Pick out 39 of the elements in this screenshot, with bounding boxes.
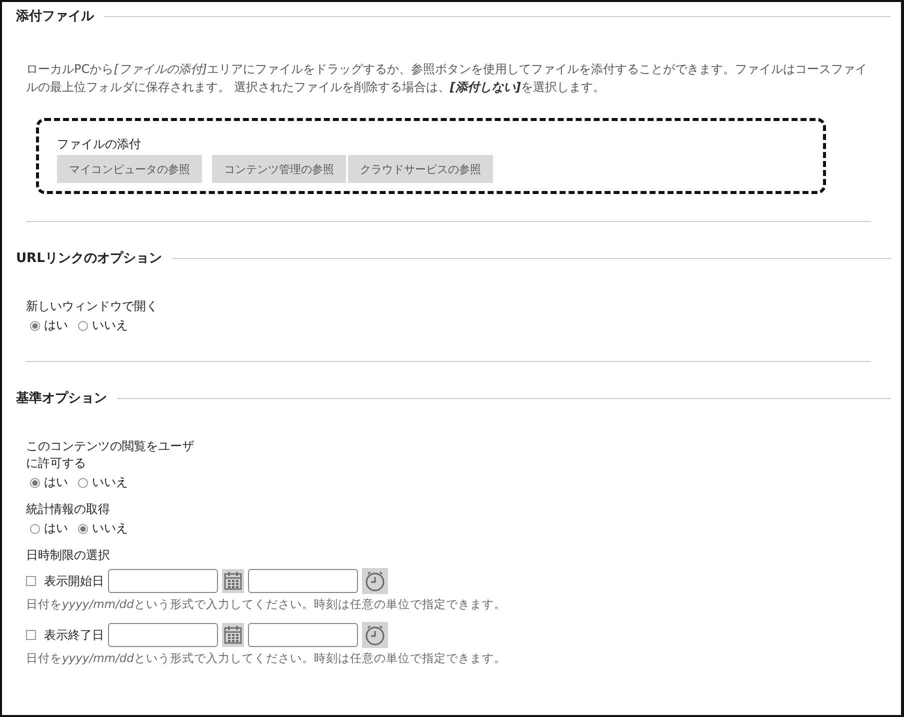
field-label: 統計情報の取得 (26, 501, 111, 518)
section-title: 基準オプション (16, 390, 107, 407)
browse-button[interactable]: コンテンツ管理の参照 (212, 155, 346, 183)
calendar-icon[interactable] (222, 623, 244, 647)
clock-icon[interactable] (362, 568, 388, 594)
hint-text: 日付をyyyy/mm/ddという形式で入力してください。時刻は任意の単位で指定できます。 (26, 651, 507, 666)
time-field[interactable] (248, 569, 358, 593)
radio-label[interactable]: はい (44, 520, 68, 537)
description-text: ローカルPCから[ファイルの添付]エリアにファイルをドラッグするか、参照ボタンを使用してファイルを添付することができます。ファイルはコースファイルの最上位フォルダに保存されます。 選択されたファイルを削除する場合は、[添付しない]を選択します。 (26, 61, 868, 96)
section-title: 添付ファイル (16, 8, 94, 25)
date-field[interactable] (108, 569, 218, 593)
radio-button[interactable] (30, 320, 40, 330)
browse-button[interactable]: クラウドサービスの参照 (348, 155, 493, 183)
field-label: 日時制限の選択 (26, 547, 111, 564)
field-label: 新しいウィンドウで開く (26, 298, 159, 315)
drop-zone[interactable]: ファイルの添付 マイコンピュータの参照 コンテンツ管理の参照 クラウドサービスの参照 (36, 118, 826, 194)
clock-icon[interactable] (362, 622, 388, 648)
checkbox-label[interactable]: 表示終了日 (44, 626, 104, 644)
section-title: URLリンクのオプション (16, 250, 162, 267)
radio-button[interactable] (78, 320, 88, 330)
browse-button[interactable]: マイコンピュータの参照 (57, 155, 202, 183)
hint-text: 日付をyyyy/mm/ddという形式で入力してください。時刻は任意の単位で指定できます。 (26, 597, 507, 612)
radio-label[interactable]: いいえ (92, 474, 128, 491)
date-field[interactable] (108, 623, 218, 647)
time-field[interactable] (248, 623, 358, 647)
radio-label[interactable]: いいえ (92, 520, 128, 537)
checkbox[interactable] (26, 576, 36, 586)
radio-button[interactable] (78, 524, 88, 534)
checkbox[interactable] (26, 630, 36, 640)
radio-label[interactable]: いいえ (92, 317, 128, 334)
radio-button[interactable] (78, 478, 88, 488)
field-label: このコンテンツの閲覧をユーザに許可する (26, 438, 195, 472)
drop-zone-label: ファイルの添付 (57, 136, 142, 153)
calendar-icon[interactable] (222, 569, 244, 593)
radio-label[interactable]: はい (44, 474, 68, 491)
radio-button[interactable] (30, 478, 40, 488)
checkbox-label[interactable]: 表示開始日 (44, 572, 104, 590)
radio-label[interactable]: はい (44, 317, 68, 334)
radio-button[interactable] (30, 524, 40, 534)
